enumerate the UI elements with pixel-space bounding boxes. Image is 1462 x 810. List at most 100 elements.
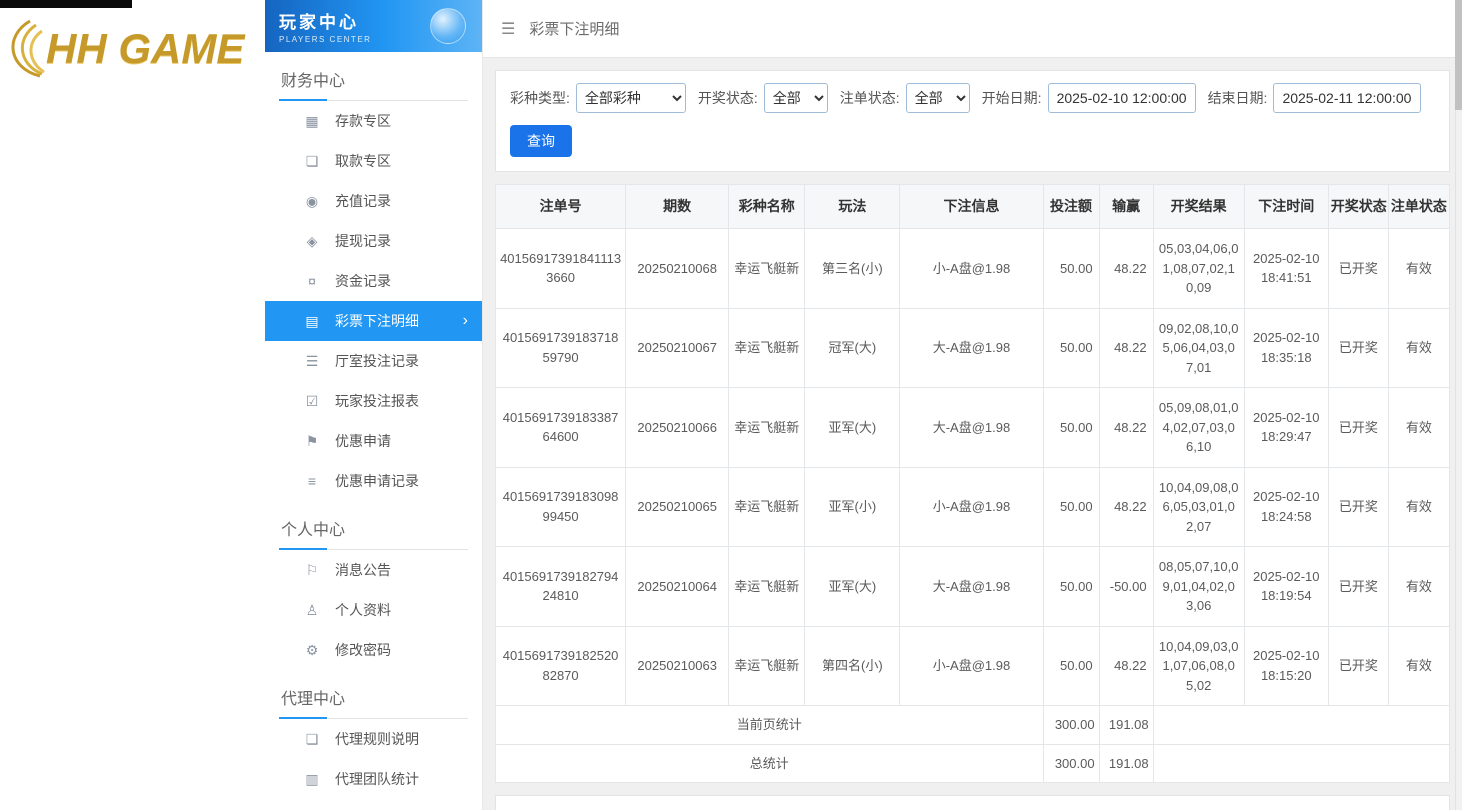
- cell-period: 20250210063: [626, 626, 729, 706]
- scrollbar-thumb[interactable]: [1455, 0, 1462, 110]
- topbar: ☰ 彩票下注明细: [483, 0, 1462, 58]
- sidebar-item-promo-apply[interactable]: ⚑优惠申请: [265, 421, 482, 461]
- start-date-label: 开始日期:: [982, 88, 1042, 108]
- cell-draw_status: 已开奖: [1328, 388, 1388, 468]
- lottery-type-group: 彩种类型: 全部彩种: [510, 83, 686, 113]
- sidebar-section-title: 代理中心: [279, 670, 468, 719]
- sidebar-item-change-password[interactable]: ⚙修改密码: [265, 630, 482, 670]
- cell-order_status: 有效: [1388, 388, 1449, 468]
- summary-winlose: 191.08: [1099, 706, 1153, 745]
- summary-label: 总统计: [496, 744, 1044, 783]
- draw-status-label: 开奖状态:: [698, 88, 758, 108]
- sidebar-item-label: 优惠申请: [335, 431, 391, 451]
- cell-play: 第四名(小): [805, 626, 900, 706]
- cell-bet_info: 大-A盘@1.98: [900, 547, 1043, 627]
- lottery-type-select[interactable]: 全部彩种: [576, 83, 686, 113]
- agent-rules-icon: ❏: [303, 731, 321, 748]
- sidebar-item-profile[interactable]: ♙个人资料: [265, 590, 482, 630]
- order-status-select[interactable]: 全部: [906, 83, 970, 113]
- sidebar-item-label: 厅室投注记录: [335, 351, 419, 371]
- query-button[interactable]: 查询: [510, 125, 572, 157]
- cell-bet_no: 401569173918279424810: [496, 547, 626, 627]
- cell-result: 10,04,09,03,01,07,06,08,05,02: [1153, 626, 1244, 706]
- sidebar-item-label: 资金记录: [335, 271, 391, 291]
- cell-draw_status: 已开奖: [1328, 467, 1388, 547]
- sidebar-item-label: 充值记录: [335, 191, 391, 211]
- cell-period: 20250210066: [626, 388, 729, 468]
- cell-bet_info: 小-A盘@1.98: [900, 626, 1043, 706]
- cell-play: 亚军(大): [805, 388, 900, 468]
- col-header-7: 开奖结果: [1153, 185, 1244, 229]
- sidebar-item-messages[interactable]: ⚐消息公告: [265, 550, 482, 590]
- cell-bet_info: 小-A盘@1.98: [900, 467, 1043, 547]
- bets-table-body: 40156917391841113366020250210068幸运飞艇新第三名…: [496, 229, 1450, 783]
- cell-time: 2025-02-10 18:24:58: [1244, 467, 1328, 547]
- sidebar-nav: 财务中心▦存款专区❏取款专区◉充值记录◈提现记录¤资金记录▤彩票下注明细›☰厅室…: [265, 52, 482, 799]
- cell-bet_no: 401569173918371859790: [496, 308, 626, 388]
- summary-row: 当前页统计300.00191.08: [496, 706, 1450, 745]
- summary-row: 总统计300.00191.08: [496, 744, 1450, 783]
- sidebar-item-withdraw-records[interactable]: ◈提现记录: [265, 221, 482, 261]
- sidebar-item-promo-apply-records[interactable]: ≡优惠申请记录: [265, 461, 482, 501]
- cell-time: 2025-02-10 18:35:18: [1244, 308, 1328, 388]
- cell-order_status: 有效: [1388, 229, 1449, 309]
- cell-lottery: 幸运飞艇新: [729, 467, 805, 547]
- top-black-bar: [0, 0, 132, 8]
- table-row: 40156917391837185979020250210067幸运飞艇新冠军(…: [496, 308, 1450, 388]
- sidebar-item-deposit-zone[interactable]: ▦存款专区: [265, 101, 482, 141]
- cell-time: 2025-02-10 18:41:51: [1244, 229, 1328, 309]
- col-header-9: 开奖状态: [1328, 185, 1388, 229]
- cell-time: 2025-02-10 18:29:47: [1244, 388, 1328, 468]
- cell-amount: 50.00: [1043, 467, 1099, 547]
- cell-bet_no: 401569173918309899450: [496, 467, 626, 547]
- end-date-input[interactable]: [1273, 83, 1421, 113]
- sidebar-item-hall-bet-records[interactable]: ☰厅室投注记录: [265, 341, 482, 381]
- start-date-input[interactable]: [1048, 83, 1196, 113]
- brand-logo-text: HH GAME: [46, 25, 244, 73]
- sidebar-item-agent-team-stats[interactable]: ▥代理团队统计: [265, 759, 482, 799]
- cell-result: 05,09,08,01,04,02,07,03,06,10: [1153, 388, 1244, 468]
- cell-period: 20250210068: [626, 229, 729, 309]
- sidebar-item-agent-rules[interactable]: ❏ 代理规则说明: [265, 719, 482, 759]
- cell-order_status: 有效: [1388, 626, 1449, 706]
- cell-play: 第三名(小): [805, 229, 900, 309]
- cell-order_status: 有效: [1388, 547, 1449, 627]
- main-area: ☰ 彩票下注明细 彩种类型: 全部彩种 开奖状态: 全部: [483, 0, 1462, 810]
- cell-result: 05,03,04,06,01,08,07,02,10,09: [1153, 229, 1244, 309]
- cell-winlose: 48.22: [1099, 388, 1153, 468]
- summary-empty: [1153, 706, 1449, 745]
- bets-table-head: 注单号期数彩种名称玩法下注信息投注额输赢开奖结果下注时间开奖状态注单状态: [496, 185, 1450, 229]
- sidebar-item-funds-records[interactable]: ¤资金记录: [265, 261, 482, 301]
- logo-decoration-arcs: [2, 18, 46, 80]
- cell-play: 亚军(小): [805, 467, 900, 547]
- sidebar-item-lottery-bet-details[interactable]: ▤彩票下注明细›: [265, 301, 482, 341]
- cell-lottery: 幸运飞艇新: [729, 547, 805, 627]
- withdraw-zone-icon: ❏: [303, 153, 321, 170]
- sidebar-item-label: 修改密码: [335, 640, 391, 660]
- page-scrollbar[interactable]: [1455, 0, 1462, 810]
- cell-winlose: 48.22: [1099, 467, 1153, 547]
- cell-amount: 50.00: [1043, 388, 1099, 468]
- sidebar-section-title-text: 代理中心: [281, 691, 345, 708]
- summary-empty: [1153, 744, 1449, 783]
- menu-toggle-icon[interactable]: ☰: [501, 19, 515, 39]
- cell-lottery: 幸运飞艇新: [729, 308, 805, 388]
- sidebar-item-player-bet-report[interactable]: ☑玩家投注报表: [265, 381, 482, 421]
- ball-graphic-icon: [430, 8, 466, 44]
- sidebar-item-label: 代理规则说明: [335, 729, 419, 749]
- draw-status-select[interactable]: 全部: [764, 83, 828, 113]
- draw-status-group: 开奖状态: 全部: [698, 83, 828, 113]
- table-row: 40156917391827942481020250210064幸运飞艇新亚军(…: [496, 547, 1450, 627]
- sidebar-item-recharge-records[interactable]: ◉充值记录: [265, 181, 482, 221]
- cell-winlose: 48.22: [1099, 308, 1153, 388]
- col-header-8: 下注时间: [1244, 185, 1328, 229]
- end-date-group: 结束日期:: [1208, 83, 1422, 113]
- cell-period: 20250210065: [626, 467, 729, 547]
- sidebar-item-withdraw-zone[interactable]: ❏取款专区: [265, 141, 482, 181]
- col-header-5: 投注额: [1043, 185, 1099, 229]
- profile-icon: ♙: [303, 602, 321, 619]
- sidebar-item-label: 存款专区: [335, 111, 391, 131]
- sidebar: 玩家中心 PLAYERS CENTER 财务中心▦存款专区❏取款专区◉充值记录◈…: [265, 0, 483, 810]
- table-row: 40156917391830989945020250210065幸运飞艇新亚军(…: [496, 467, 1450, 547]
- cell-period: 20250210064: [626, 547, 729, 627]
